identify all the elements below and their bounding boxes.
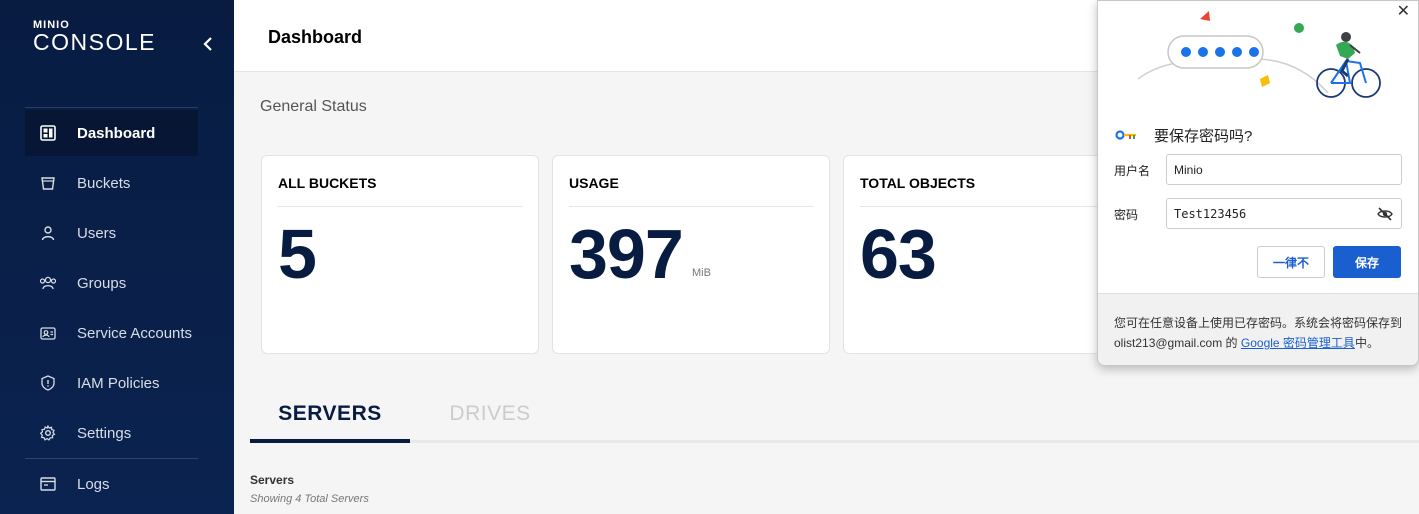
sidebar-item-label: Buckets: [77, 174, 131, 192]
card-label: ALL BUCKETS: [278, 175, 377, 191]
tab-drives[interactable]: DRIVES: [410, 400, 570, 440]
sidebar-item-groups[interactable]: Groups: [25, 260, 198, 306]
card-label: TOTAL OBJECTS: [860, 175, 976, 191]
card-value: 397: [569, 215, 684, 293]
sidebar-item-dashboard[interactable]: Dashboard: [25, 110, 198, 156]
sidebar-item-label: Groups: [77, 274, 127, 292]
sidebar-item-settings[interactable]: Settings: [25, 410, 198, 456]
sidebar-item-label: Service Accounts: [77, 324, 193, 342]
sidebar-item-users[interactable]: Users: [25, 210, 198, 256]
servers-count-text: Showing 4 Total Servers: [250, 493, 369, 505]
card-unit: MiB: [692, 267, 711, 279]
shield-icon: [39, 374, 57, 392]
sidebar-item-label: Dashboard: [77, 124, 156, 142]
card-label: USAGE: [569, 175, 619, 191]
usage-card: USAGE 397 MiB: [552, 155, 830, 354]
gear-icon: [39, 424, 57, 442]
logs-icon: [39, 475, 57, 493]
footer-text: 您可在任意设备上使用已存密码。系统会将密码保存到: [1114, 316, 1403, 330]
never-button[interactable]: 一律不: [1257, 246, 1325, 278]
password-field[interactable]: Test123456: [1166, 198, 1402, 229]
logo-main-text: CONSOLE: [33, 29, 156, 55]
save-password-popup: ✕ 要保存密码吗? 用户名 Minio 密码 Test123456 一律不 保存…: [1097, 0, 1419, 366]
google-password-manager-link[interactable]: Google 密码管理工具: [1241, 336, 1355, 350]
tab-track: [250, 440, 1419, 443]
close-icon[interactable]: ✕: [1397, 1, 1410, 21]
card-value: 63: [860, 215, 937, 293]
eye-hidden-icon[interactable]: [1377, 206, 1393, 222]
sidebar-divider: [25, 107, 198, 108]
sidebar-item-label: IAM Policies: [77, 374, 160, 392]
sidebar-item-iam-policies[interactable]: IAM Policies: [25, 360, 198, 406]
popup-title: 要保存密码吗?: [1154, 128, 1253, 145]
card-divider: [278, 206, 522, 207]
password-label: 密码: [1114, 208, 1139, 222]
groups-icon: [39, 274, 57, 292]
card-divider: [569, 206, 813, 207]
sidebar-item-service-accounts[interactable]: Service Accounts: [25, 310, 198, 356]
bucket-icon: [39, 174, 57, 192]
collapse-sidebar-chevron-icon[interactable]: [202, 35, 218, 55]
sidebar: MINIO CONSOLE Dashboard Buckets Users Gr…: [0, 0, 234, 514]
all-buckets-card: ALL BUCKETS 5: [261, 155, 539, 354]
popup-footer: 您可在任意设备上使用已存密码。系统会将密码保存到 olist213@gmail.…: [1098, 293, 1418, 365]
password-illustration: [1137, 11, 1381, 98]
sidebar-item-buckets[interactable]: Buckets: [25, 160, 198, 206]
sidebar-item-label: Settings: [77, 424, 132, 442]
sidebar-item-label: Logs: [77, 475, 110, 493]
save-button[interactable]: 保存: [1333, 246, 1401, 278]
username-field[interactable]: Minio: [1166, 154, 1402, 185]
total-objects-card: TOTAL OBJECTS 63: [843, 155, 1121, 354]
card-value: 5: [278, 215, 317, 293]
sidebar-divider: [25, 458, 198, 459]
service-account-icon: [39, 324, 57, 342]
footer-end: 中。: [1354, 336, 1379, 350]
username-label: 用户名: [1114, 164, 1151, 178]
tab-active-indicator: [250, 439, 410, 443]
key-icon: [1115, 130, 1136, 140]
servers-heading: Servers: [250, 473, 295, 487]
password-value: Test123456: [1174, 206, 1247, 221]
dashboard-icon: [39, 124, 57, 142]
general-status-title: General Status: [260, 98, 367, 115]
user-icon: [39, 224, 57, 242]
sidebar-item-label: Users: [77, 224, 117, 242]
footer-email: olist213@gmail.com 的: [1114, 336, 1241, 350]
page-title: Dashboard: [268, 27, 363, 47]
card-divider: [860, 206, 1104, 207]
sidebar-item-logs[interactable]: Logs: [25, 461, 198, 507]
minio-console-logo[interactable]: MINIO CONSOLE: [33, 20, 156, 55]
tab-servers[interactable]: SERVERS: [250, 400, 410, 440]
